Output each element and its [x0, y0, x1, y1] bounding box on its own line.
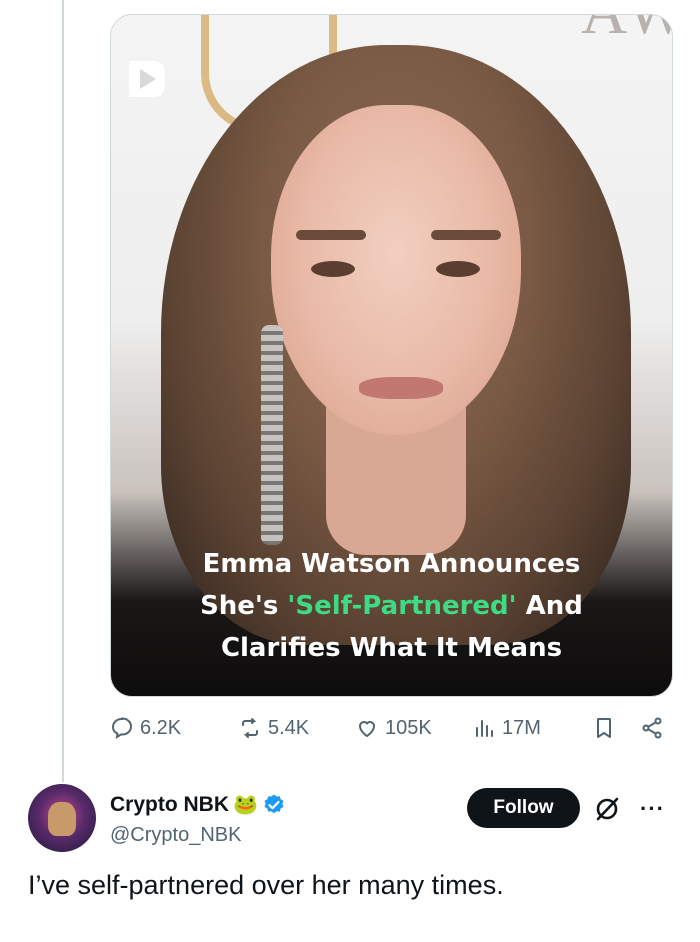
author-display-name[interactable]: Crypto NBK [110, 793, 229, 817]
left-eye [311, 261, 355, 277]
bookmark-button[interactable] [592, 716, 616, 740]
media-headline: Emma Watson Announces She's 'Self-Partne… [111, 543, 672, 669]
reply-count: 6.2K [140, 716, 182, 739]
frog-emoji: 🐸 [233, 794, 258, 816]
headline-highlight: 'Self-Partnered' [287, 591, 517, 621]
avatar-mascot [48, 802, 76, 836]
repost-icon [242, 718, 258, 738]
bookmark-icon [597, 718, 611, 738]
headline-prefix: She's [200, 591, 288, 621]
left-brow [296, 230, 366, 240]
headline-line-1: Emma Watson Announces [202, 549, 581, 579]
like-button[interactable]: 105K [355, 716, 432, 740]
post-media-image[interactable]: AWA Emma Watson Announces She's 'Self-Pa… [110, 14, 673, 697]
views-bars-icon [476, 720, 493, 737]
headline-suffix: And [516, 591, 583, 621]
reply-text: I’ve self-partnered over her many times. [28, 870, 504, 900]
views-count: 17M [502, 716, 541, 739]
share-icon [642, 717, 662, 739]
grok-icon[interactable] [593, 795, 621, 823]
heart-icon [358, 721, 376, 738]
follow-button[interactable]: Follow [467, 788, 580, 828]
post-action-bar: 6.2K 5.4K 105K 17M [110, 716, 675, 750]
repost-button[interactable]: 5.4K [238, 716, 309, 740]
share-button[interactable] [640, 716, 664, 740]
reply-author-row: Crypto NBK 🐸 [110, 792, 286, 817]
more-options-icon[interactable]: ··· [640, 796, 665, 822]
earring [261, 325, 283, 545]
repost-count: 5.4K [268, 716, 310, 739]
reply-button[interactable]: 6.2K [110, 716, 181, 740]
verified-badge-icon [264, 794, 284, 813]
headline-line-2: She's 'Self-Partnered' And [111, 585, 672, 627]
headline-line-3: Clarifies What It Means [220, 633, 563, 663]
author-handle[interactable]: @Crypto_NBK [110, 824, 241, 847]
reply-bubble-icon [111, 717, 133, 739]
like-count: 105K [385, 716, 432, 739]
thread-connector-line [62, 0, 64, 782]
views-button[interactable]: 17M [472, 716, 541, 740]
avatar[interactable] [28, 784, 96, 852]
right-brow [431, 230, 501, 240]
lips [359, 377, 443, 399]
play-logo-icon [129, 61, 165, 97]
backdrop-sign-text: AWA [581, 15, 672, 49]
right-eye [436, 261, 480, 277]
